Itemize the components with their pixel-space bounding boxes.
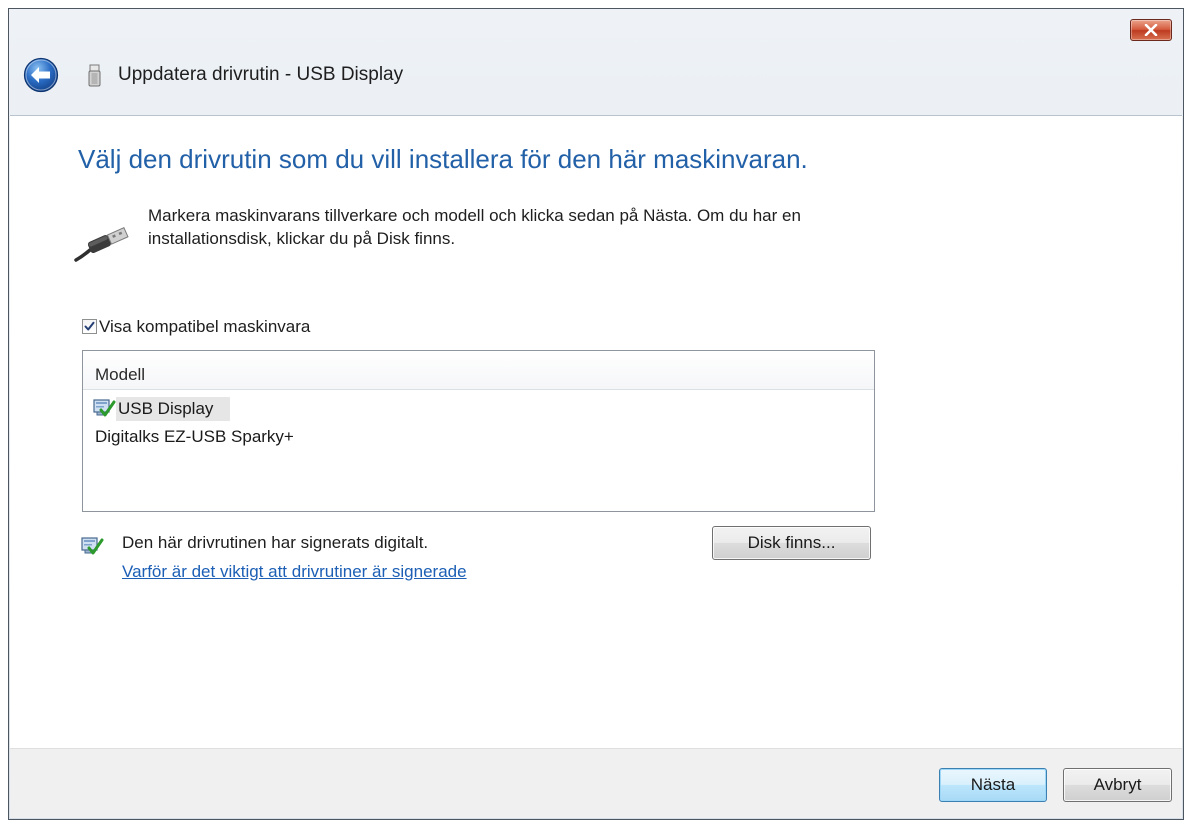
back-button[interactable] [23, 57, 59, 93]
list-item-digitalks[interactable]: Digitalks EZ-USB Sparky+ [95, 425, 294, 449]
signed-driver-icon [92, 397, 116, 419]
list-column-header[interactable] [83, 351, 874, 390]
list-item-usb-display[interactable]: USB Display [118, 397, 213, 421]
close-button[interactable] [1130, 19, 1172, 41]
window-title: Uppdatera drivrutin - USB Display [118, 64, 404, 85]
cancel-button[interactable]: Avbryt [1063, 768, 1172, 802]
have-disk-button[interactable]: Disk finns... [712, 526, 871, 560]
column-header-model: Modell [95, 365, 146, 384]
page-heading: Välj den drivrutin som du vill installer… [78, 144, 808, 174]
signed-driver-icon [80, 534, 104, 558]
signature-info-link[interactable]: Varför är det viktigt att drivrutiner är… [122, 560, 467, 584]
show-compatible-checkbox[interactable] [82, 319, 97, 334]
signature-status: Den här drivrutinen har signerats digita… [122, 533, 429, 552]
back-arrow-icon [23, 57, 59, 93]
show-compatible-label[interactable]: Visa kompatibel maskinvara [99, 315, 310, 339]
usb-cable-icon [74, 220, 132, 264]
next-button[interactable]: Nästa [939, 768, 1047, 802]
check-icon [84, 321, 95, 331]
instruction-line-1: Markera maskinvarans tillverkare och mod… [148, 206, 801, 225]
usb-device-icon [87, 64, 102, 87]
instruction-line-2: installationsdisk, klickar du på Disk fi… [148, 229, 456, 248]
close-icon [1144, 24, 1158, 36]
